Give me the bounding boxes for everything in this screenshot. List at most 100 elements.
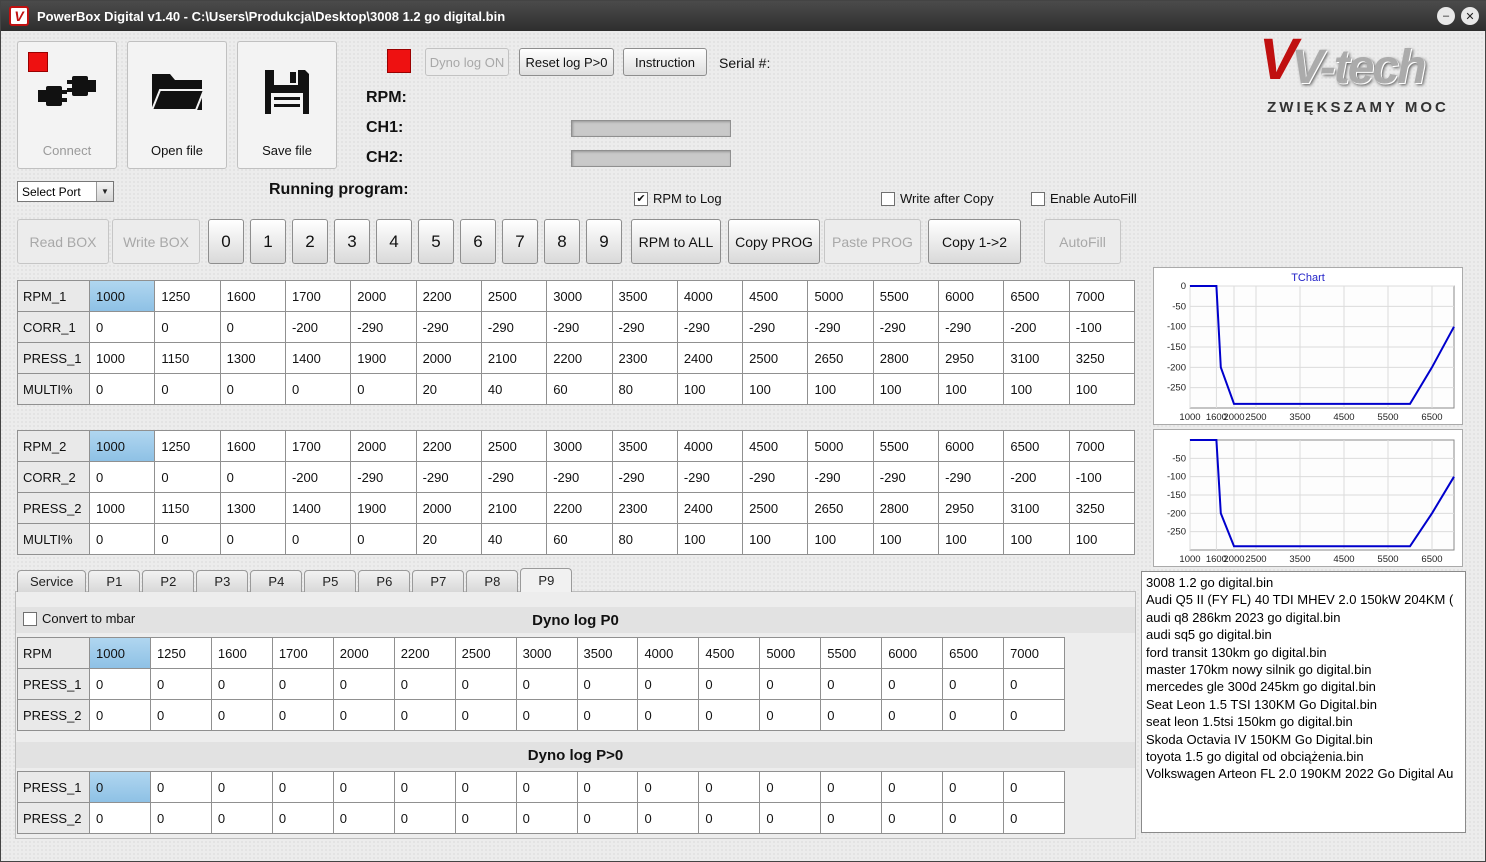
file-list-item[interactable]: mercedes gle 300d 245km go digital.bin — [1146, 678, 1461, 695]
table-cell[interactable]: 2500 — [455, 638, 517, 669]
convert-to-mbar-checkbox[interactable]: Convert to mbar — [23, 611, 135, 626]
digit-button-5[interactable]: 5 — [418, 219, 454, 264]
table-cell[interactable]: 0 — [1004, 803, 1065, 834]
table-cell[interactable]: -290 — [351, 312, 417, 343]
table-cell[interactable]: 0 — [1004, 669, 1065, 700]
table-cell[interactable]: 4500 — [743, 431, 809, 462]
table-cell[interactable]: 0 — [220, 312, 286, 343]
table-cell[interactable]: 100 — [1004, 524, 1070, 555]
table-cell[interactable]: 0 — [211, 772, 273, 803]
table-cell[interactable]: 2650 — [808, 493, 874, 524]
table-cell[interactable]: 1700 — [285, 281, 352, 312]
table-cell[interactable]: 1000 — [90, 343, 156, 374]
table-cell[interactable]: -200 — [1004, 462, 1070, 493]
table-cell[interactable]: 0 — [211, 669, 273, 700]
table-cell[interactable]: 20 — [416, 524, 482, 555]
table-cell[interactable]: 4000 — [638, 638, 700, 669]
table-cell[interactable]: 5000 — [808, 431, 874, 462]
table-cell[interactable]: -290 — [808, 312, 874, 343]
table-cell[interactable]: 0 — [1004, 700, 1065, 731]
table-cell[interactable]: 2800 — [873, 493, 940, 524]
minimize-button[interactable]: – — [1437, 7, 1455, 25]
table-cell[interactable]: 100 — [808, 524, 874, 555]
table-cell[interactable]: 0 — [285, 524, 352, 555]
autofill-button[interactable]: AutoFill — [1044, 219, 1121, 264]
table-cell[interactable]: 100 — [1069, 524, 1135, 555]
table-cell[interactable]: 0 — [1004, 772, 1065, 803]
table-cell[interactable]: 2800 — [873, 343, 940, 374]
digit-button-7[interactable]: 7 — [502, 219, 538, 264]
table-cell[interactable]: 1000 — [90, 638, 151, 669]
table-cell[interactable]: 0 — [155, 462, 221, 493]
table-cell[interactable]: 5000 — [808, 281, 874, 312]
table-cell[interactable]: -290 — [481, 462, 548, 493]
file-list[interactable]: 3008 1.2 go digital.bin Audi Q5 II (FY FL… — [1141, 571, 1466, 833]
table-cell[interactable]: 2100 — [481, 343, 548, 374]
table-cell[interactable]: 100 — [743, 374, 809, 405]
table-cell[interactable]: 7000 — [1069, 281, 1135, 312]
table-cell[interactable]: 1600 — [220, 431, 286, 462]
select-port-dropdown[interactable]: Select Port ▼ — [17, 181, 114, 202]
file-list-item[interactable]: Audi Q5 II (FY FL) 40 TDI MHEV 2.0 150kW… — [1146, 591, 1461, 608]
table-cell[interactable]: 40 — [481, 524, 548, 555]
tab-p3[interactable]: P3 — [196, 570, 249, 592]
table-cell[interactable]: 0 — [943, 669, 1005, 700]
table-cell[interactable]: 0 — [516, 772, 578, 803]
enable-autofill-checkbox[interactable]: Enable AutoFill — [1031, 191, 1137, 206]
table-cell[interactable]: 5500 — [873, 281, 940, 312]
table-cell[interactable]: 4000 — [677, 431, 744, 462]
table-cell[interactable]: 100 — [677, 524, 744, 555]
file-list-item[interactable]: audi q8 286km 2023 go digital.bin — [1146, 609, 1461, 626]
table-cell[interactable]: 4500 — [699, 638, 761, 669]
copy-1-2-button[interactable]: Copy 1->2 — [928, 219, 1021, 264]
table-cell[interactable]: -200 — [285, 462, 352, 493]
table-cell[interactable]: 2000 — [333, 638, 395, 669]
table-cell[interactable]: 0 — [90, 462, 156, 493]
table-cell[interactable]: 7000 — [1004, 638, 1065, 669]
table-cell[interactable]: -290 — [547, 312, 613, 343]
file-list-item[interactable]: Seat Leon 1.5 TSI 130KM Go Digital.bin — [1146, 696, 1461, 713]
digit-button-9[interactable]: 9 — [586, 219, 622, 264]
table-cell[interactable]: 0 — [943, 803, 1005, 834]
table-cell[interactable]: 6000 — [939, 431, 1005, 462]
table-cell[interactable]: 0 — [821, 772, 883, 803]
table-cell[interactable]: 2500 — [743, 343, 809, 374]
table-cell[interactable]: 2200 — [416, 431, 482, 462]
table-cell[interactable]: 0 — [90, 669, 151, 700]
table-cell[interactable]: 0 — [394, 772, 456, 803]
table-cell[interactable]: -290 — [612, 312, 678, 343]
digit-button-2[interactable]: 2 — [292, 219, 328, 264]
table-cell[interactable]: 0 — [150, 700, 212, 731]
table-cell[interactable]: 0 — [333, 669, 395, 700]
table-cell[interactable]: 0 — [150, 803, 212, 834]
table-cell[interactable]: 2000 — [416, 493, 482, 524]
table-cell[interactable]: -100 — [1069, 312, 1135, 343]
table-cell[interactable]: 2100 — [481, 493, 548, 524]
table-cell[interactable]: 0 — [821, 669, 883, 700]
table-cell[interactable]: 0 — [699, 803, 761, 834]
table-cell[interactable]: 100 — [677, 374, 744, 405]
tab-p2[interactable]: P2 — [142, 570, 195, 592]
table-cell[interactable]: 2000 — [351, 281, 417, 312]
table-cell[interactable]: 4500 — [743, 281, 809, 312]
table-cell[interactable]: 2000 — [351, 431, 417, 462]
table-cell[interactable]: 2300 — [612, 343, 678, 374]
table-cell[interactable]: 0 — [882, 772, 944, 803]
table-cell[interactable]: 100 — [808, 374, 874, 405]
table-cell[interactable]: 1900 — [351, 493, 417, 524]
table-cell[interactable]: 2950 — [939, 493, 1005, 524]
tab-p7[interactable]: P7 — [412, 570, 465, 592]
table-cell[interactable]: 1400 — [285, 343, 352, 374]
file-list-item[interactable]: seat leon 1.5tsi 150km go digital.bin — [1146, 713, 1461, 730]
table-cell[interactable]: 0 — [638, 772, 700, 803]
table-cell[interactable]: 1300 — [220, 343, 286, 374]
table-cell[interactable]: 0 — [943, 772, 1005, 803]
tab-service[interactable]: Service — [17, 570, 87, 592]
write-box-button[interactable]: Write BOX — [112, 219, 200, 264]
table-cell[interactable]: 0 — [760, 669, 822, 700]
table-cell[interactable]: 1250 — [150, 638, 212, 669]
rpm-to-log-checkbox[interactable]: RPM to Log — [634, 191, 722, 206]
table-cell[interactable]: 2650 — [808, 343, 874, 374]
table-cell[interactable]: 1000 — [90, 493, 156, 524]
digit-button-6[interactable]: 6 — [460, 219, 496, 264]
